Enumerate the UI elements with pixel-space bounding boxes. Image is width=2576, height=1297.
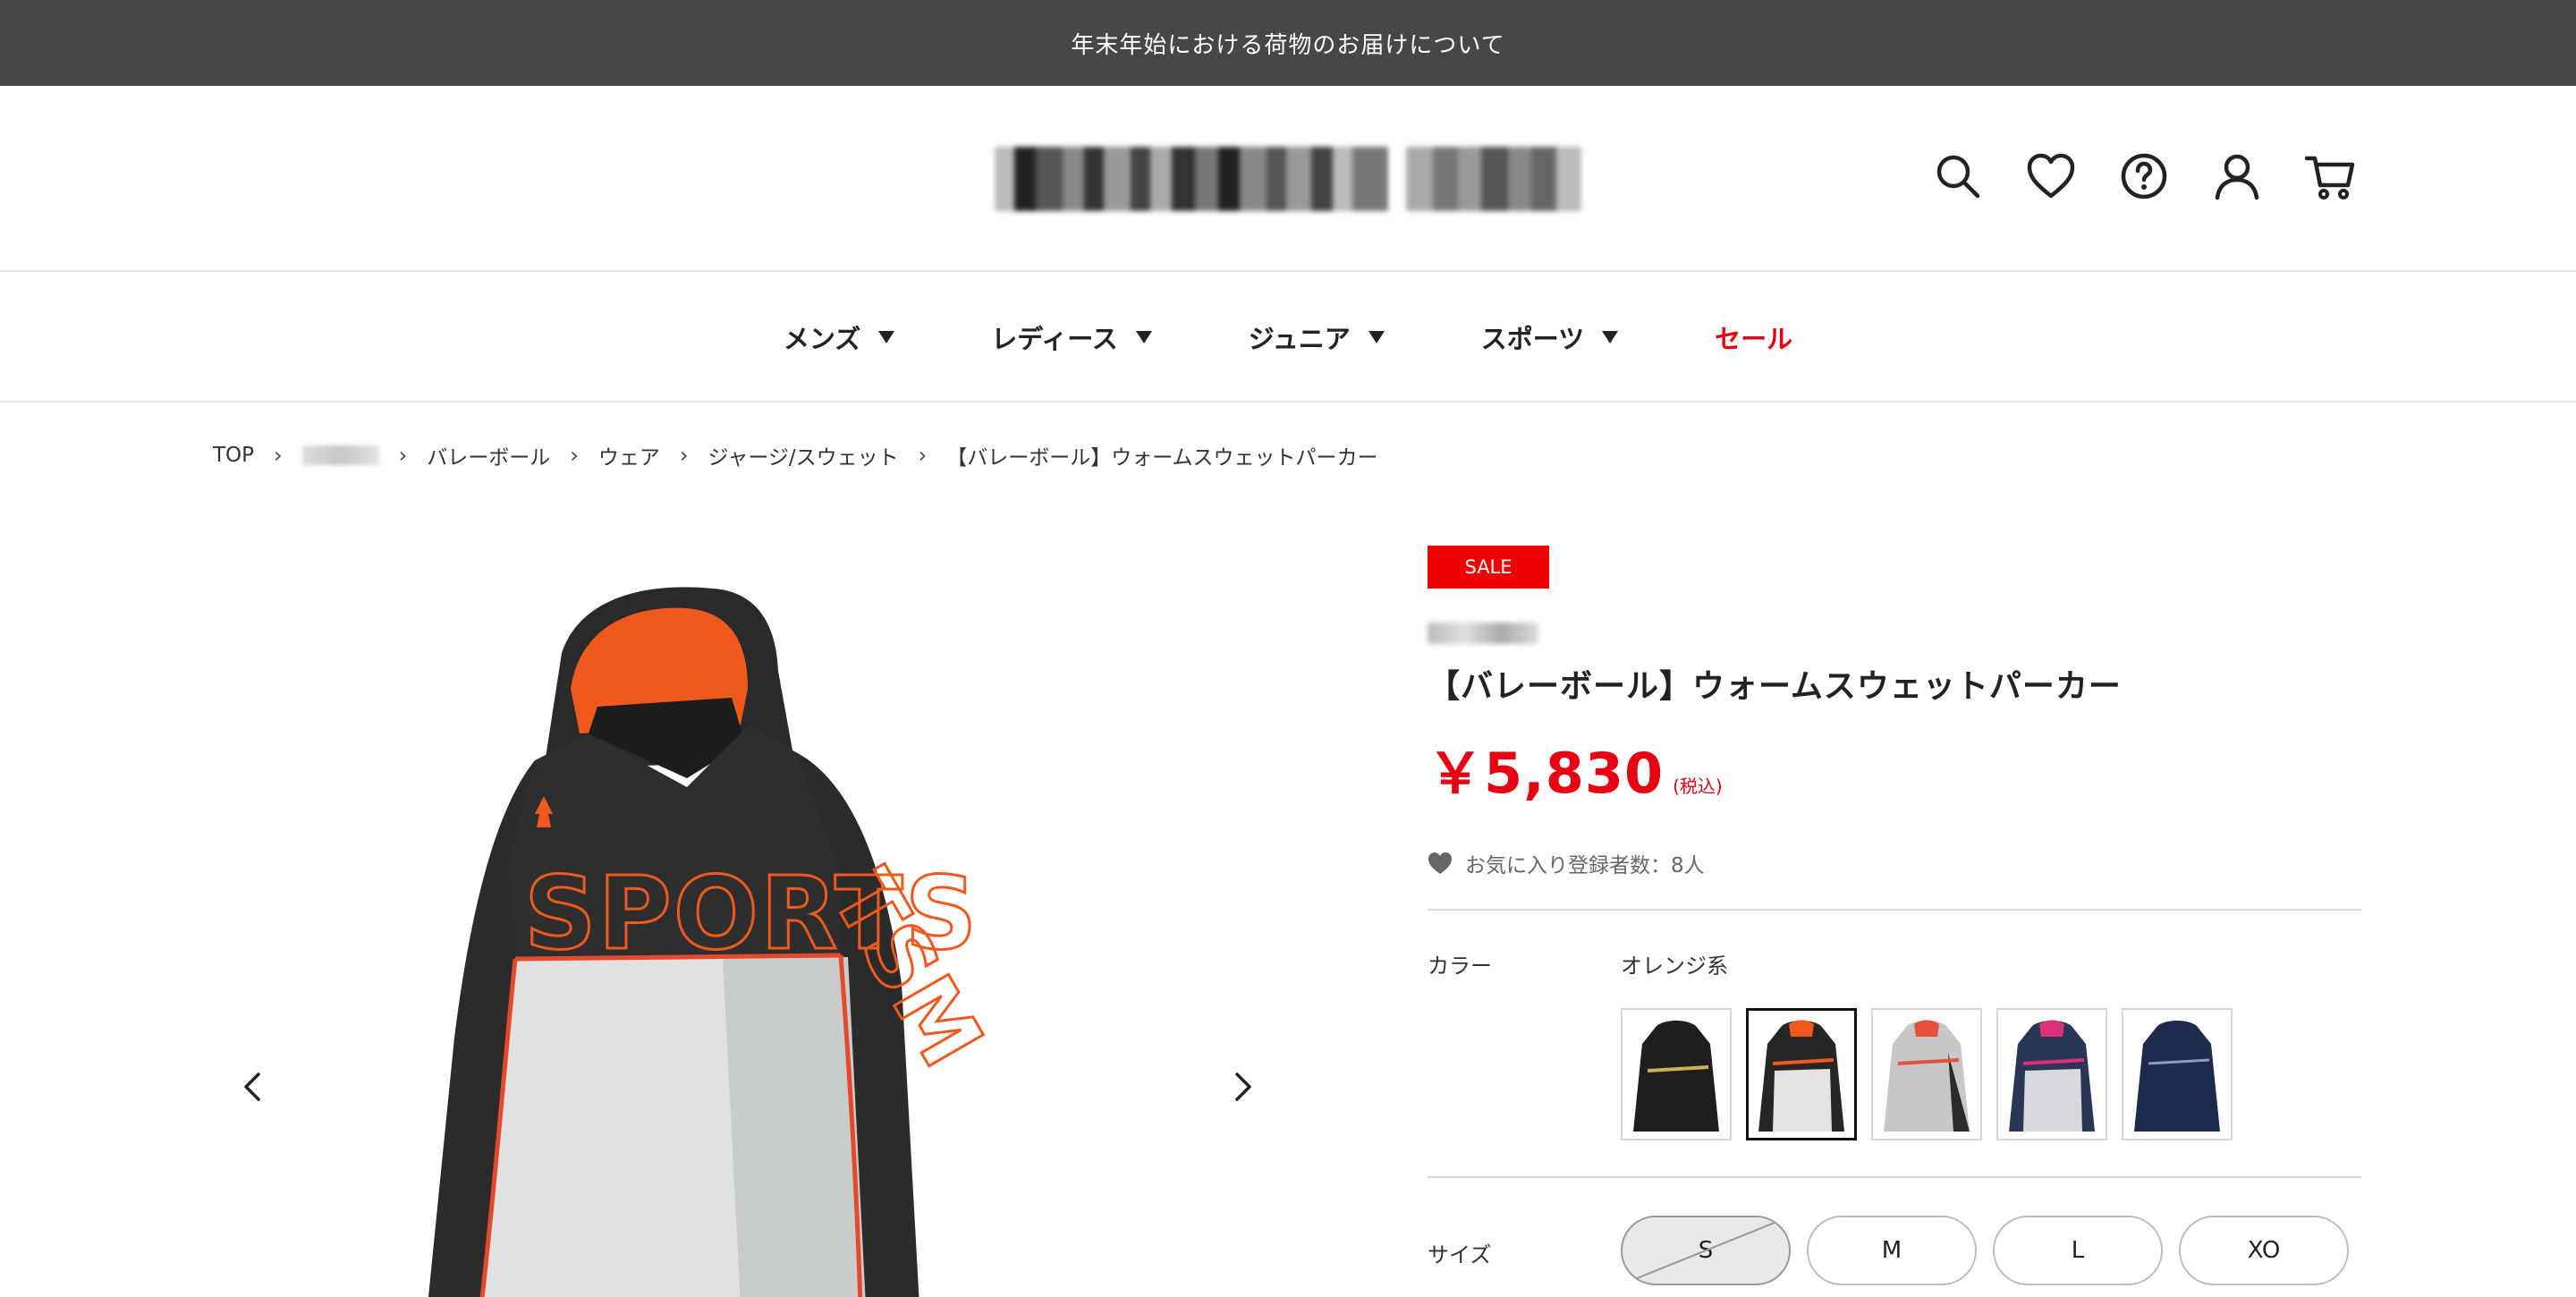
price-row: ￥5,830 (税込) <box>1428 728 2361 809</box>
logo-blurred-wordmark-2 <box>1406 147 1581 211</box>
nav-item-label: スポーツ <box>1480 324 1585 354</box>
color-selector: カラー オレンジ系 <box>1428 911 2361 1178</box>
product-info: SALE 【バレーボール】ウォームスウェットパーカー ￥5,830 (税込) お… <box>1428 546 2361 1285</box>
breadcrumb-brand-blurred[interactable] <box>301 445 379 465</box>
breadcrumb-subcategory[interactable]: ジャージ/スウェット <box>708 440 898 470</box>
chevron-left-icon <box>244 1072 260 1101</box>
nav-item-mens[interactable]: メンズ <box>783 318 895 356</box>
selected-color-name: オレンジ系 <box>1621 954 1728 979</box>
size-option-s[interactable]: S <box>1621 1216 1791 1285</box>
caret-down-icon <box>1135 331 1152 343</box>
size-options: S M L XO <box>1621 1216 2349 1285</box>
announcement-bar[interactable]: 年末年始における荷物のお届けについて <box>0 0 2576 86</box>
header-icons <box>1932 150 2356 202</box>
nav-item-sale[interactable]: セール <box>1715 318 1792 356</box>
color-swatch-orange[interactable] <box>1746 1008 1857 1140</box>
chevron-right-icon: › <box>274 443 283 468</box>
color-swatch-grey[interactable] <box>1871 1008 1982 1140</box>
announcement-text[interactable]: 年末年始における荷物のお届けについて <box>1071 27 1504 60</box>
nav-item-label: メンズ <box>783 324 861 354</box>
heart-icon[interactable] <box>2025 150 2077 202</box>
chevron-right-icon <box>1235 1072 1251 1101</box>
color-swatch-navy[interactable] <box>2122 1008 2233 1140</box>
size-selector: サイズ S M L XO <box>1428 1178 2361 1285</box>
breadcrumb-top[interactable]: TOP <box>213 444 254 467</box>
chevron-right-icon: › <box>570 443 579 468</box>
color-swatch-black[interactable] <box>1621 1008 1732 1140</box>
size-option-l[interactable]: L <box>1993 1216 2163 1285</box>
nav-item-label: ジュニア <box>1248 324 1351 354</box>
breadcrumb-wear[interactable]: ウェア <box>598 440 660 470</box>
chevron-right-icon: › <box>918 443 928 468</box>
size-option-m[interactable]: M <box>1807 1216 1977 1285</box>
caret-down-icon <box>878 331 895 343</box>
color-swatch-navy-pink[interactable] <box>1996 1008 2107 1140</box>
size-option-xo[interactable]: XO <box>2179 1216 2349 1285</box>
favorites-text: お気に入り登録者数：8人 <box>1465 854 1705 877</box>
product-image: SPORTS TSM <box>428 587 1004 1297</box>
nav-item-label: レディース <box>991 324 1118 354</box>
nav-item-sports[interactable]: スポーツ <box>1480 318 1619 356</box>
nav-item-label: セール <box>1715 324 1793 354</box>
color-label: カラー <box>1428 954 1492 979</box>
tax-note: (税込) <box>1673 776 1723 797</box>
help-icon[interactable] <box>2118 150 2170 202</box>
brand-name-blurred[interactable] <box>1428 623 1538 644</box>
account-icon[interactable] <box>2211 150 2263 202</box>
chevron-right-icon: › <box>398 443 408 468</box>
chevron-right-icon: › <box>679 443 689 468</box>
product-title: 【バレーボール】ウォームスウェットパーカー <box>1428 668 2122 705</box>
breadcrumb-current: 【バレーボール】ウォームスウェットパーカー <box>946 446 1378 470</box>
site-header <box>0 86 2576 272</box>
nav-item-ladies[interactable]: レディース <box>991 318 1152 356</box>
sale-badge: SALE <box>1428 546 1549 589</box>
site-logo[interactable] <box>995 147 1581 211</box>
breadcrumb: TOP › › バレーボール › ウェア › ジャージ/スウェット › 【バレー… <box>213 440 1378 470</box>
main-nav: メンズ レディース ジュニア スポーツ セール <box>0 274 2576 403</box>
product-gallery: SPORTS TSM <box>213 537 1286 1297</box>
size-label: サイズ <box>1428 1242 1492 1267</box>
caret-down-icon <box>1368 331 1385 343</box>
caret-down-icon <box>1602 331 1619 343</box>
cart-icon[interactable] <box>2304 150 2356 202</box>
gallery-prev-button[interactable] <box>231 1064 275 1109</box>
product-price: ￥5,830 <box>1428 741 1665 806</box>
gallery-next-button[interactable] <box>1220 1064 1265 1109</box>
breadcrumb-category[interactable]: バレーボール <box>427 440 550 470</box>
heart-icon <box>1428 852 1452 874</box>
nav-item-junior[interactable]: ジュニア <box>1249 318 1385 356</box>
favorites-count[interactable]: お気に入り登録者数：8人 <box>1428 848 2361 911</box>
search-icon[interactable] <box>1932 150 1984 202</box>
color-swatches <box>1621 1008 2233 1140</box>
logo-blurred-wordmark <box>995 147 1388 211</box>
